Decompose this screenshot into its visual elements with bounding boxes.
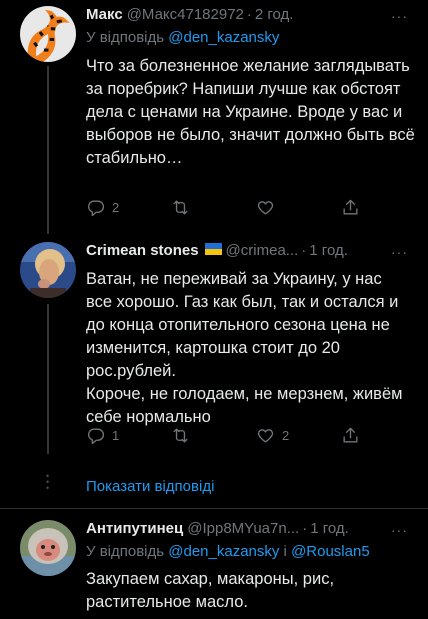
tweet-2[interactable]: Crimean stones @crimea... · 1 год. ··· В… [0,238,428,454]
tweet-text: Что за болезненное желание заглядывать з… [86,55,416,170]
tweet-text-paragraph: Закупаем сахар, макароны, рис, раститель… [86,570,335,611]
avatar[interactable] [20,520,76,576]
share-button[interactable] [341,424,371,446]
mention-link[interactable]: @den_kazansky [168,29,279,46]
show-replies-link[interactable]: Показати відповіді [86,478,214,495]
like-button[interactable]: 2 [256,424,341,446]
tweet-text-paragraph: Ватан, не переживай за Украину, у нас вс… [86,270,399,380]
mention-link[interactable]: @Rouslan5 [291,543,370,560]
retweet-button[interactable] [171,196,256,218]
display-name[interactable]: Crimean stones [86,242,199,259]
show-replies-row[interactable]: • • • Показати відповіді [0,470,428,506]
action-bar: 1 2 [86,424,376,446]
reply-button[interactable]: 2 [86,196,171,218]
retweet-icon [173,427,188,443]
tweet-text-paragraph: Короче, не голодаем, не мерзнем, живём с… [86,385,403,426]
tweet-header: Crimean stones @crimea... · 1 год. [86,242,416,262]
monkey-avatar-icon [20,520,76,576]
avatar[interactable] [20,6,76,62]
reply-to-joiner: і [279,543,292,560]
tweet-header: Антипутинец @Ipp8MYua7n... · 1 год. [86,520,416,540]
heart-icon [257,200,274,215]
more-options-icon[interactable]: ··· [391,8,408,24]
user-handle[interactable]: @crimea... [226,242,299,259]
reply-to-prefix: У відповідь [86,29,169,46]
reply-to: У відповідь @den_kazansky і @Rouslan5 [86,543,416,560]
reply-count: 1 [112,427,120,443]
reply-button[interactable]: 1 [86,424,171,446]
tweet-text: Закупаем сахар, макароны, рис, раститель… [86,568,386,614]
timestamp[interactable]: 1 год. [310,520,349,537]
more-options-icon[interactable]: ··· [391,244,408,260]
woman-avatar-icon [20,242,76,298]
tweet-header: Макс @Макс47182972 · 2 год. [86,6,416,26]
ribbon-avatar-icon [20,6,76,62]
avatar[interactable] [20,242,76,298]
reply-icon [87,199,105,216]
ukraine-flag-icon [204,243,222,255]
separator: · [301,242,307,259]
share-icon [343,199,358,215]
user-handle[interactable]: @Ipp8MYua7n... [187,520,299,537]
user-handle[interactable]: @Макс47182972 [127,6,244,23]
like-button[interactable] [256,196,341,218]
like-count: 2 [282,427,290,443]
thread-line [47,66,49,234]
retweet-icon [173,199,188,215]
share-icon [343,427,358,443]
tweet-text-paragraph: Что за болезненное желание заглядывать з… [86,57,415,167]
timestamp[interactable]: 2 год. [255,6,294,23]
reply-to-prefix: У відповідь [86,543,169,560]
reply-icon [87,427,105,444]
thread-line [47,304,49,454]
share-button[interactable] [341,196,371,218]
mention-link[interactable]: @den_kazansky [168,543,279,560]
reply-to: У відповідь @den_kazansky [86,29,416,46]
retweet-button[interactable] [171,424,256,446]
reply-count: 2 [112,199,120,215]
thread-dots-icon: • • • [46,471,50,493]
more-options-icon[interactable]: ··· [391,522,408,538]
tweet-text: Ватан, не переживай за Украину, у нас вс… [86,268,411,429]
display-name[interactable]: Макс [86,6,123,23]
display-name[interactable]: Антипутинец [86,520,183,537]
separator: · [302,520,308,537]
heart-icon [257,428,274,443]
divider [0,508,428,509]
tweet-1[interactable]: Макс @Макс47182972 · 2 год. ··· У відпов… [0,0,428,234]
timestamp[interactable]: 1 год. [309,242,348,259]
action-bar: 2 [86,196,376,218]
tweet-3[interactable]: Антипутинец @Ipp8MYua7n... · 1 год. ··· … [0,516,428,619]
separator: · [246,6,252,23]
